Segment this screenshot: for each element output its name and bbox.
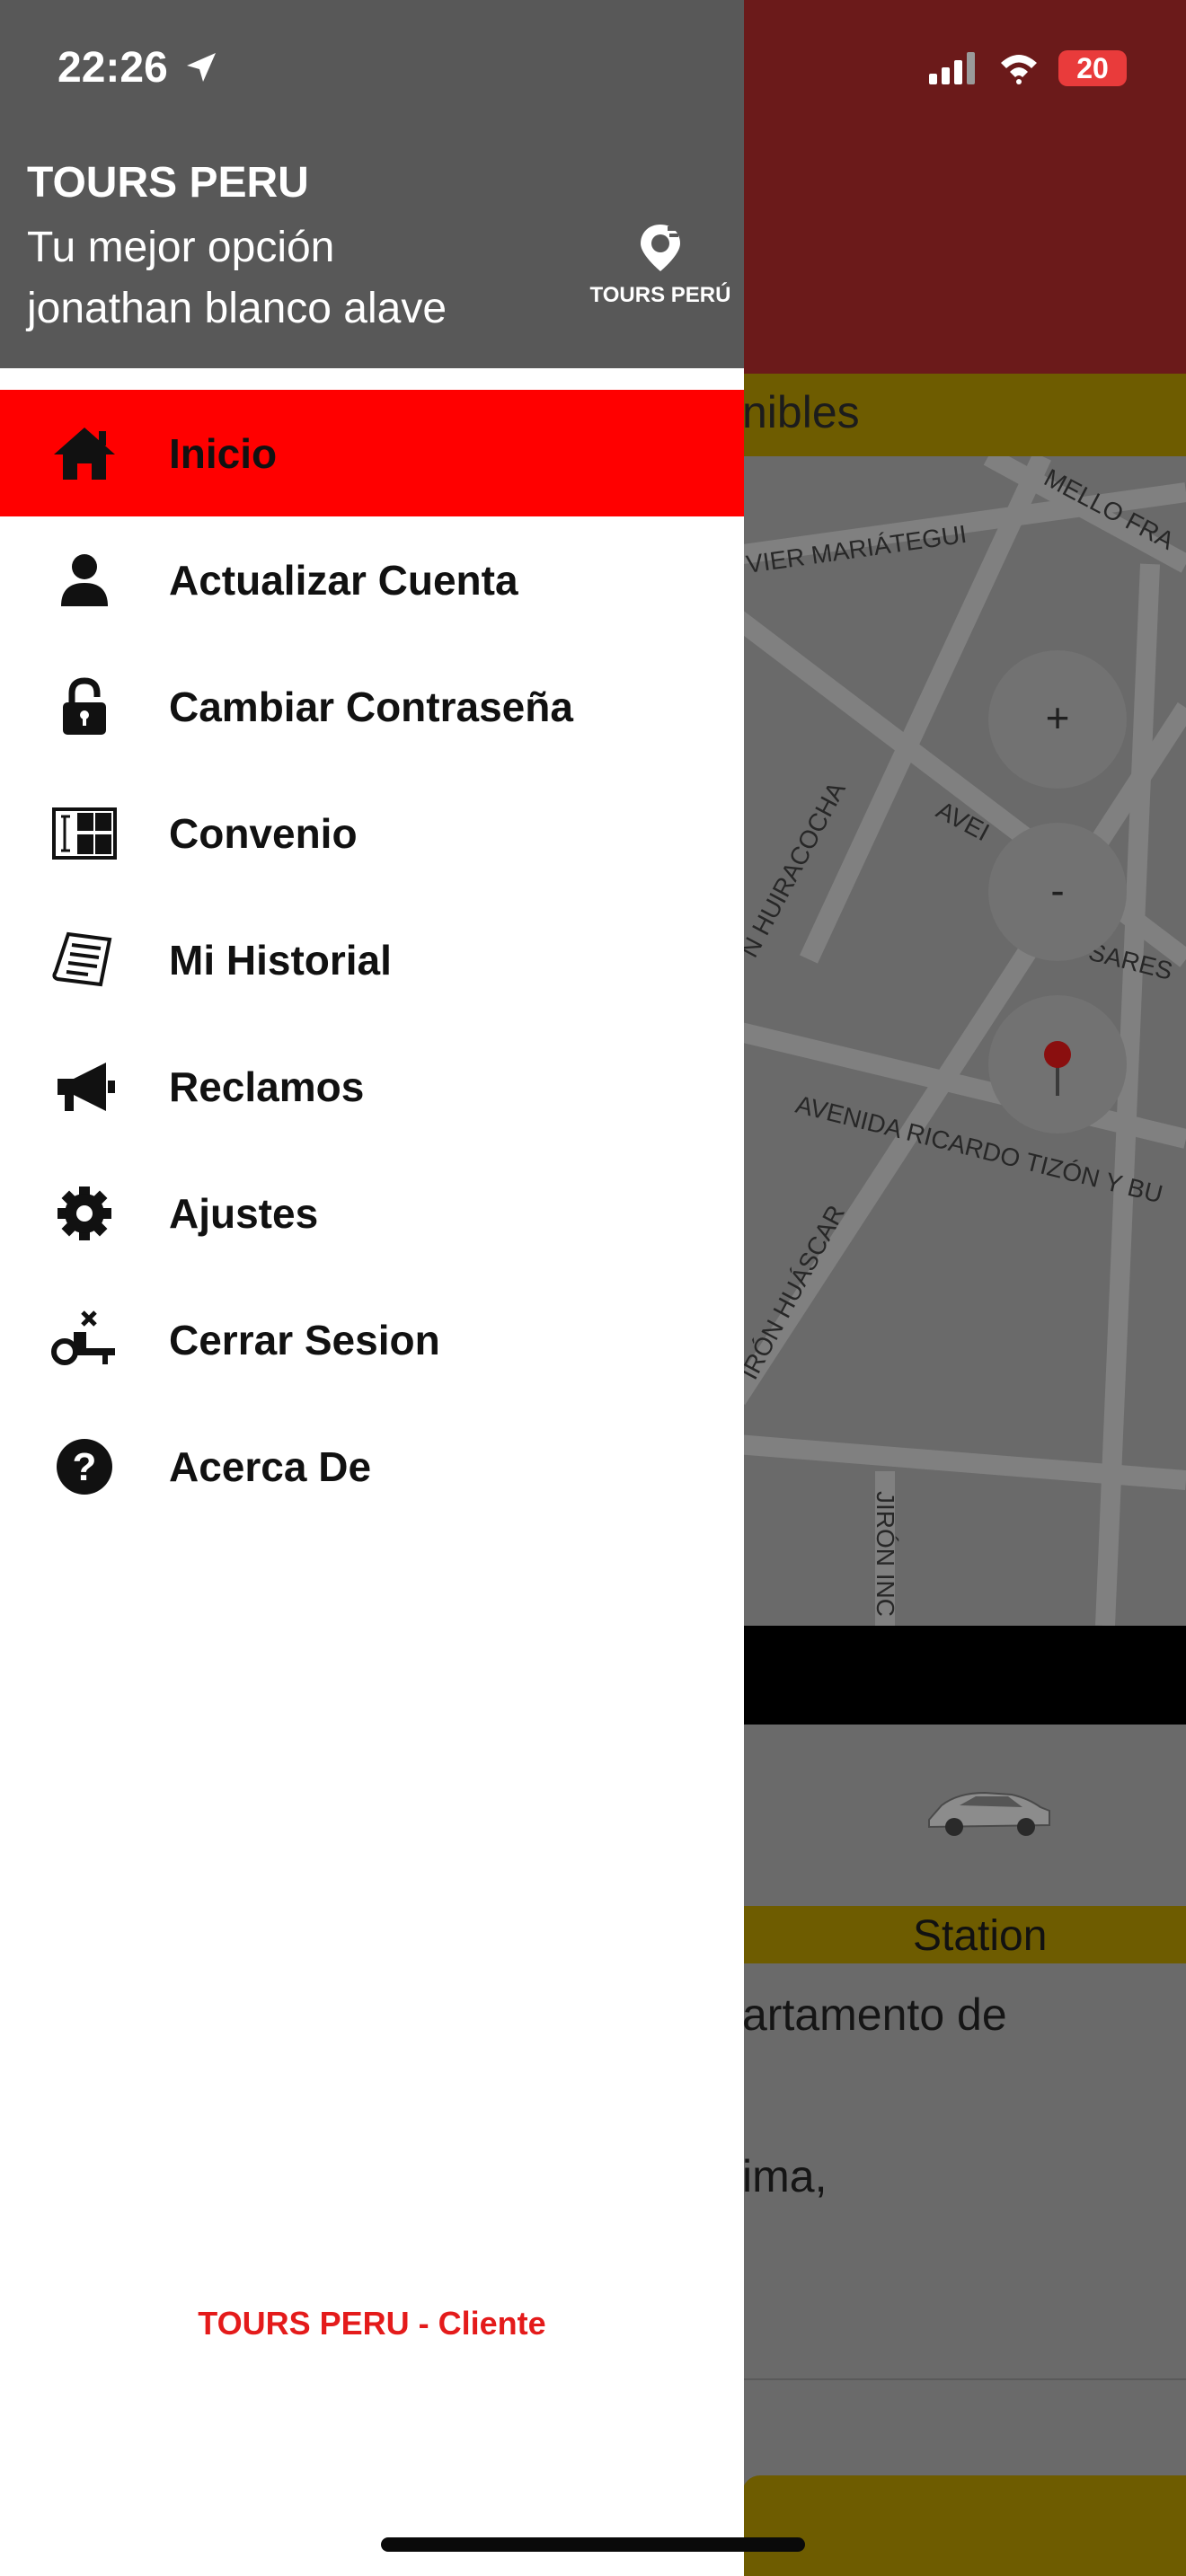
menu-item-convenio[interactable]: Convenio: [0, 770, 744, 896]
menu-item-label: Reclamos: [169, 1063, 365, 1110]
menu-item-label: Convenio: [169, 810, 358, 857]
menu-item-acerca-de[interactable]: ? Acerca De: [0, 1403, 744, 1530]
menu-item-cerrar-sesion[interactable]: Cerrar Sesion: [0, 1276, 744, 1403]
menu-item-actualizar-cuenta[interactable]: Actualizar Cuenta: [0, 516, 744, 643]
menu-item-label: Cerrar Sesion: [169, 1317, 440, 1363]
help-icon: ?: [50, 1437, 119, 1496]
menu-item-label: Actualizar Cuenta: [169, 557, 518, 604]
battery-indicator: 20: [1058, 50, 1127, 86]
bg-available-text: nibles: [742, 387, 860, 437]
menu-item-cambiar-contrasena[interactable]: Cambiar Contraseña: [0, 643, 744, 770]
menu-item-label: Acerca De: [169, 1443, 372, 1490]
menu-item-label: Cambiar Contraseña: [169, 684, 573, 730]
navigation-drawer: TOURS PERU Tu mejor opción jonathan blan…: [0, 0, 744, 2576]
cellular-signal-icon: [929, 52, 975, 84]
status-time: 22:26: [58, 43, 219, 93]
tours-peru-logo: TOURS PERÚ: [584, 221, 737, 308]
user-icon: [50, 551, 119, 610]
clock: 22:26: [58, 44, 168, 92]
location-pin-button[interactable]: [988, 995, 1127, 1134]
menu-item-label: Mi Historial: [169, 937, 392, 984]
agreement-icon: [50, 804, 119, 863]
menu-item-mi-historial[interactable]: Mi Historial: [0, 896, 744, 1023]
bg-bottom-button[interactable]: [742, 2475, 1186, 2576]
station-label: Station: [913, 1912, 1048, 1960]
address-line-1: artamento de: [742, 1989, 1007, 2040]
megaphone-icon: [50, 1057, 119, 1116]
lock-icon: [50, 677, 119, 737]
divider: [742, 2378, 1186, 2380]
map-label: IRÓN HUÁSCAR: [735, 1201, 850, 1384]
zoom-in-button[interactable]: +: [988, 650, 1127, 789]
map-label: JIRÓN INC: [872, 1491, 899, 1617]
svg-text:?: ?: [73, 1445, 97, 1489]
drawer-footer: TOURS PERU - Cliente: [198, 2305, 546, 2342]
map-pin-icon: [1044, 1041, 1071, 1096]
zoom-out-button[interactable]: -: [988, 823, 1127, 961]
app-title: TOURS PERU: [27, 159, 309, 207]
menu-item-label: Inicio: [169, 430, 278, 477]
home-icon: [50, 424, 119, 483]
menu-item-label: Ajustes: [169, 1190, 319, 1237]
logo-text: TOURS PERÚ: [589, 283, 731, 307]
menu-item-inicio[interactable]: Inicio: [0, 390, 744, 516]
app-subtitle: Tu mejor opción: [27, 224, 335, 271]
menu-item-reclamos[interactable]: Reclamos: [0, 1023, 744, 1150]
wifi-icon: [1001, 55, 1037, 84]
location-arrow-icon: [187, 53, 217, 82]
status-indicators: 20: [929, 49, 1127, 88]
user-name: jonathan blanco alave: [27, 285, 447, 332]
history-icon: [50, 931, 119, 990]
address-line-2: ima,: [742, 2151, 828, 2201]
logout-key-icon: [50, 1310, 119, 1370]
logo-pin-icon: [641, 225, 680, 271]
drawer-menu: Inicio Actualizar Cuenta Cambiar Contras…: [0, 390, 744, 1530]
gear-icon: [50, 1184, 119, 1243]
home-indicator[interactable]: [381, 2537, 805, 2552]
map-label: N HUIRACOCHA: [735, 777, 851, 962]
menu-item-ajustes[interactable]: Ajustes: [0, 1150, 744, 1276]
car-icon: [928, 1791, 1050, 1836]
